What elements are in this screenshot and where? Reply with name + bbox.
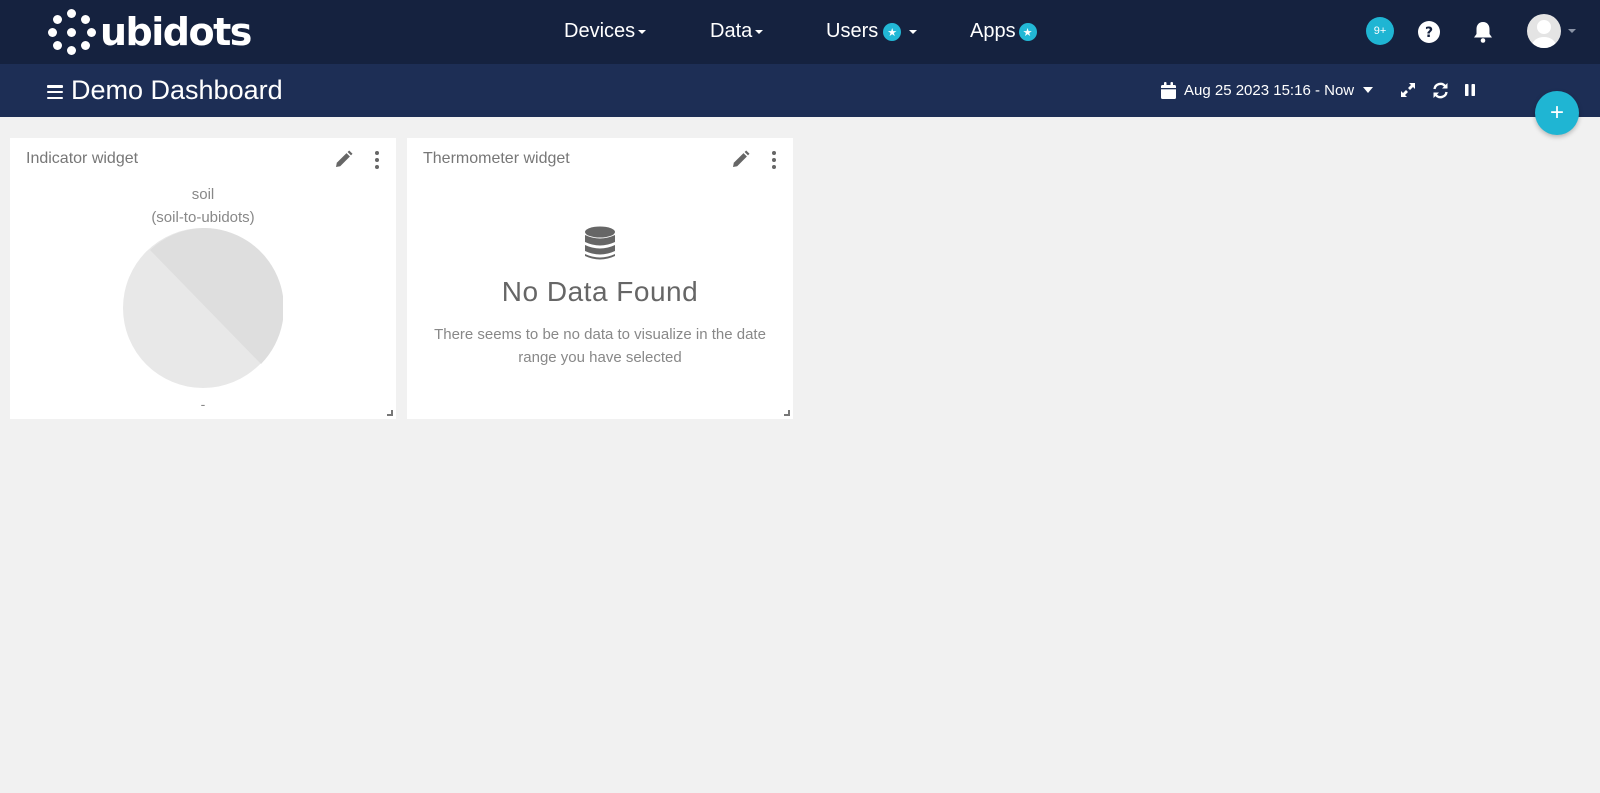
expand-icon[interactable] — [1398, 80, 1418, 100]
notification-count-badge[interactable]: 9+ — [1366, 17, 1394, 45]
add-widget-button[interactable]: + — [1535, 91, 1579, 135]
chevron-down-icon — [755, 30, 764, 34]
indicator-circle — [123, 228, 283, 388]
more-options-icon[interactable] — [769, 150, 779, 170]
resize-handle[interactable] — [784, 410, 790, 416]
user-avatar[interactable] — [1527, 14, 1561, 48]
hamburger-menu-icon[interactable] — [47, 85, 63, 99]
help-icon[interactable]: ? — [1416, 19, 1442, 45]
nav-apps[interactable]: Apps ★ — [970, 0, 1037, 62]
star-badge-icon: ★ — [1018, 23, 1037, 41]
indicator-value: - — [200, 396, 206, 412]
nav-apps-label: Apps — [970, 19, 1016, 42]
logo-text: ubidots — [100, 10, 252, 54]
svg-text:?: ? — [1425, 25, 1433, 41]
chevron-down-icon — [909, 30, 918, 34]
widget-title: Thermometer widget — [423, 150, 570, 167]
widget-title: Indicator widget — [26, 150, 139, 167]
more-options-icon[interactable] — [372, 150, 382, 170]
caret-down-icon — [1363, 87, 1374, 93]
star-badge-icon: ★ — [883, 23, 902, 41]
variable-name: soil — [191, 186, 215, 203]
calendar-icon — [1161, 81, 1176, 99]
nav-devices[interactable]: Devices — [564, 0, 647, 62]
resize-handle[interactable] — [387, 410, 393, 416]
date-range-picker[interactable]: Aug 25 2023 15:16 - Now — [1161, 78, 1374, 102]
chevron-down-icon[interactable] — [1568, 29, 1576, 33]
ubidots-logo[interactable]: ubidots — [48, 8, 252, 56]
thermometer-widget: Thermometer widget No Data Found There s… — [407, 138, 793, 419]
logo-dots-icon — [48, 8, 96, 56]
database-icon — [585, 226, 615, 260]
device-name: (soil-to-ubidots) — [151, 209, 255, 226]
date-range-label: Aug 25 2023 15:16 - Now — [1184, 81, 1355, 99]
nav-data[interactable]: Data — [710, 0, 764, 62]
refresh-icon[interactable] — [1430, 80, 1450, 100]
no-data-message: There seems to be no data to visualize i… — [434, 326, 766, 366]
nav-users-label: Users — [826, 19, 879, 42]
pause-icon[interactable] — [1460, 80, 1480, 100]
nav-users[interactable]: Users ★ — [826, 0, 918, 62]
chevron-down-icon — [638, 30, 647, 34]
no-data-title: No Data Found — [501, 276, 699, 307]
nav-devices-label: Devices — [564, 19, 636, 42]
bell-icon[interactable] — [1470, 19, 1496, 45]
nav-data-label: Data — [710, 19, 753, 42]
pencil-icon[interactable] — [333, 150, 353, 170]
pencil-icon[interactable] — [730, 150, 750, 170]
dashboard-title: Demo Dashboard — [71, 75, 283, 105]
indicator-widget: Indicator widget soil (soil-to-ubidots) … — [10, 138, 396, 419]
